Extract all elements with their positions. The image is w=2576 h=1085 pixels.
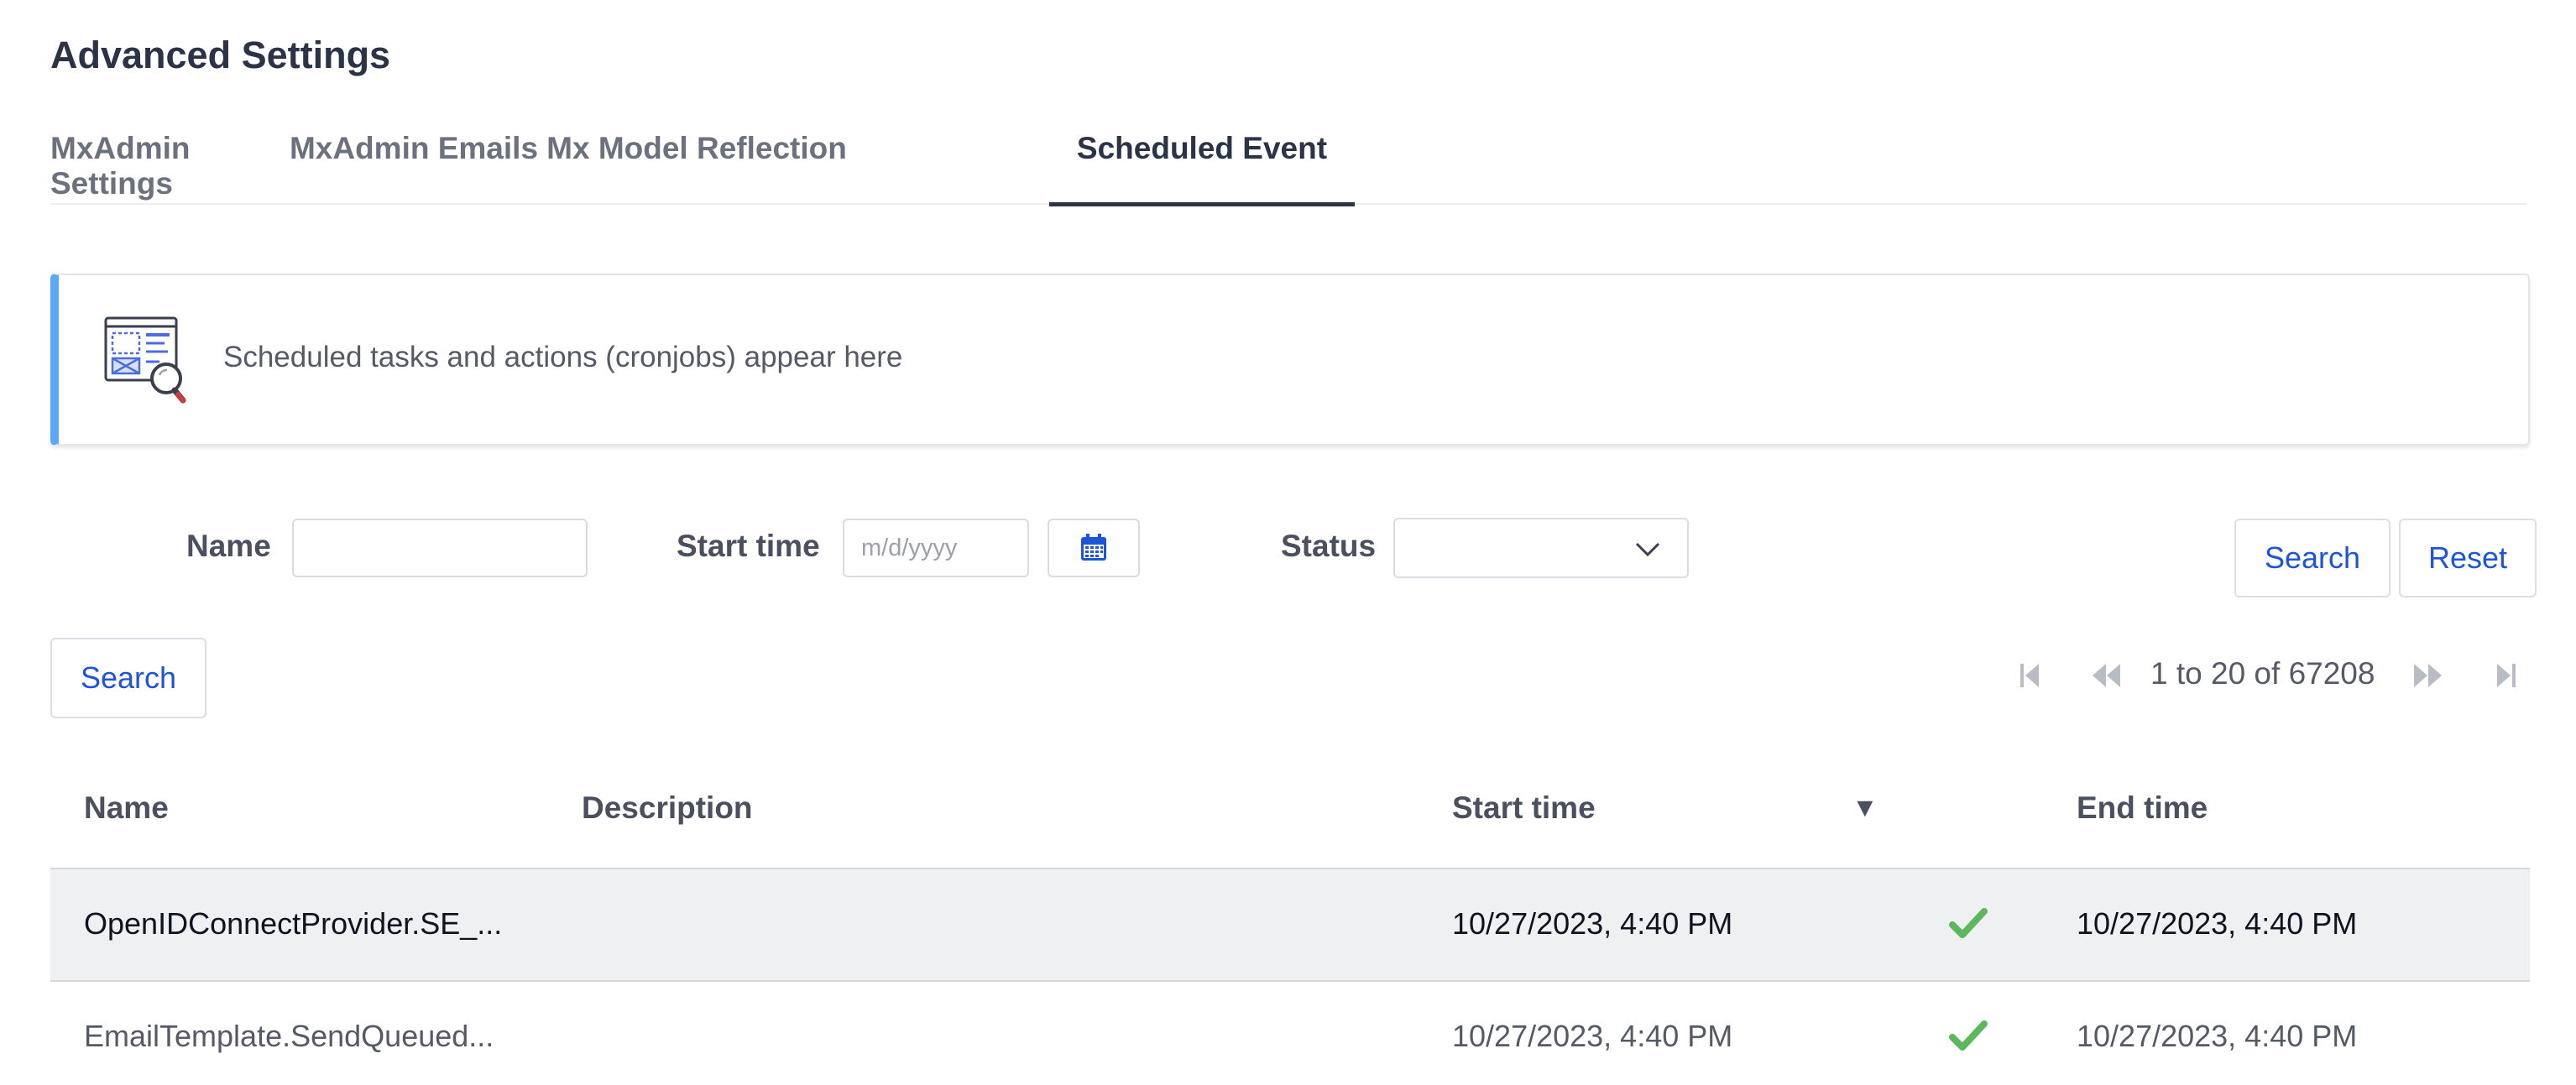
row-name: OpenIDConnectProvider.SE_...	[84, 906, 503, 941]
calendar-icon	[1081, 534, 1106, 561]
tab-mxadmin-settings[interactable]: MxAdmin Settings	[50, 119, 285, 205]
search-button[interactable]: Search	[50, 638, 206, 718]
row-name: EmailTemplate.SendQueued...	[84, 1019, 494, 1053]
tab-bar: MxAdmin Settings MxAdmin Emails Mx Model…	[50, 119, 2526, 206]
name-filter-label: Name	[186, 529, 271, 563]
column-header-start-time[interactable]: Start time	[1452, 790, 1596, 826]
info-banner: Scheduled tasks and actions (cronjobs) a…	[50, 274, 2530, 446]
tab-mxadmin-emails[interactable]: MxAdmin Emails	[285, 119, 542, 205]
calendar-button[interactable]	[1048, 519, 1140, 577]
column-header-description[interactable]: Description	[582, 790, 753, 826]
banner-text: Scheduled tasks and actions (cronjobs) a…	[223, 341, 903, 373]
next-page-icon	[2414, 664, 2442, 687]
first-page-button[interactable]	[2013, 655, 2046, 696]
success-check-icon	[1949, 908, 1988, 938]
next-page-button[interactable]	[2411, 655, 2444, 696]
reset-button[interactable]: Reset	[2399, 519, 2537, 597]
success-check-icon	[1949, 1020, 1988, 1051]
table-row[interactable]: OpenIDConnectProvider.SE_... 10/27/2023,…	[50, 869, 2530, 982]
first-page-icon	[2020, 664, 2039, 687]
sort-descending-icon[interactable]: ▼	[1852, 792, 1878, 823]
tab-mx-model-reflection[interactable]: Mx Model Reflection	[537, 119, 856, 205]
name-filter-input[interactable]	[292, 519, 588, 577]
previous-page-button[interactable]	[2090, 655, 2124, 696]
status-filter-label: Status	[1281, 529, 1377, 563]
page-title: Advanced Settings	[50, 34, 391, 76]
last-page-button[interactable]	[2490, 655, 2523, 696]
chevron-down-icon	[1635, 542, 1660, 557]
table-row[interactable]: EmailTemplate.SendQueued... 10/27/2023, …	[50, 982, 2530, 1085]
row-end-time: 10/27/2023, 4:40 PM	[2077, 906, 2358, 941]
row-start-time: 10/27/2023, 4:40 PM	[1452, 906, 1733, 941]
tab-scheduled-event[interactable]: Scheduled Event	[1049, 119, 1355, 206]
column-header-end-time[interactable]: End time	[2077, 790, 2208, 826]
start-time-date-input[interactable]	[843, 519, 1029, 577]
pagination-range: 1 to 20 of 67208	[2150, 656, 2375, 691]
row-start-time: 10/27/2023, 4:40 PM	[1452, 1019, 1733, 1053]
row-end-time: 10/27/2023, 4:40 PM	[2077, 1019, 2358, 1053]
last-page-icon	[2497, 664, 2516, 687]
start-time-filter-label: Start time	[677, 529, 820, 563]
previous-page-icon	[2093, 664, 2120, 687]
advanced-settings-page: Advanced Settings MxAdmin Settings MxAdm…	[0, 0, 2576, 1085]
filter-search-button[interactable]: Search	[2234, 519, 2391, 597]
report-search-icon	[104, 316, 186, 404]
status-filter-select[interactable]	[1393, 518, 1689, 578]
column-header-name[interactable]: Name	[84, 790, 169, 826]
